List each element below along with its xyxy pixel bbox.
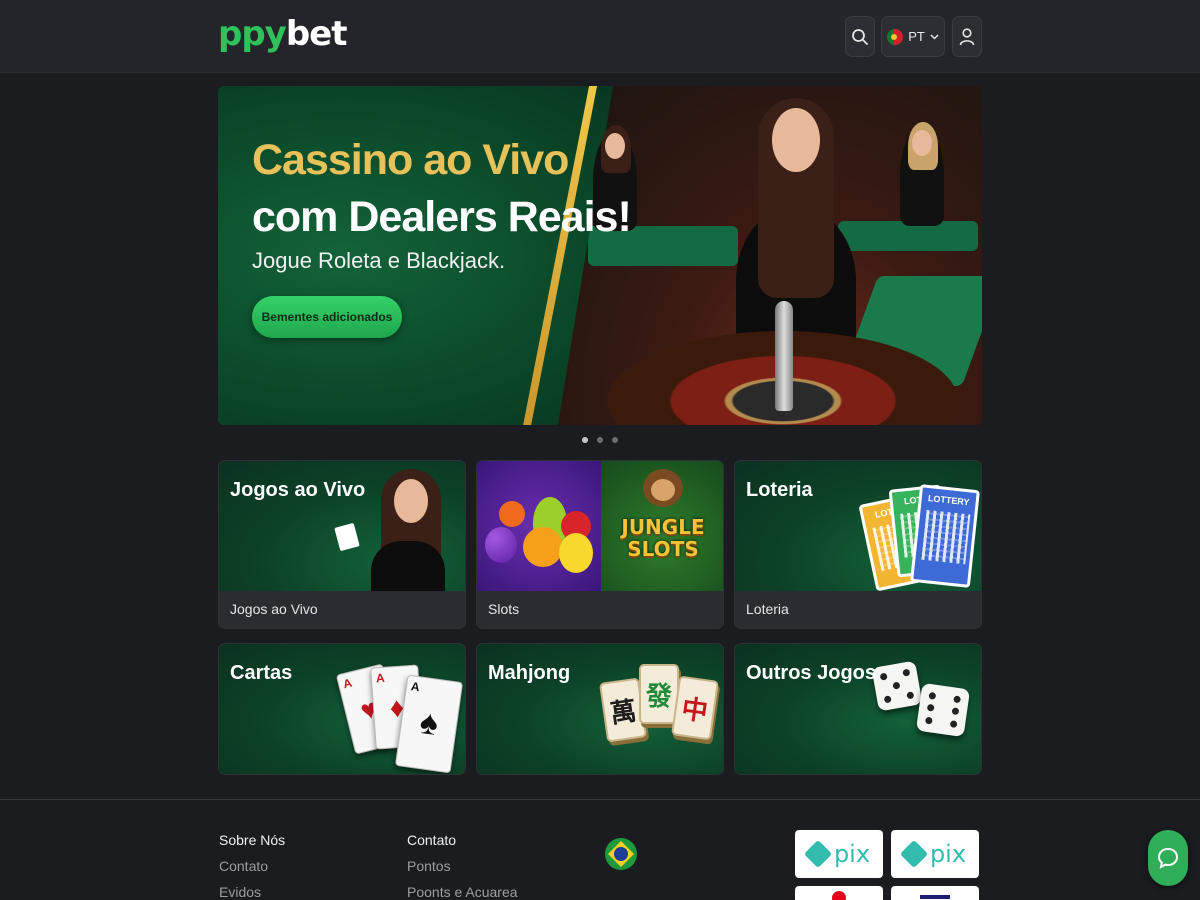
roulette-spindle <box>775 301 793 411</box>
visa-payment-logo <box>891 886 979 900</box>
card-footer-label: Slots <box>477 591 723 628</box>
footer-link[interactable]: Pontos <box>407 858 451 874</box>
orange-icon <box>523 527 563 567</box>
dealer-figure <box>900 122 944 226</box>
carousel-dot-3[interactable] <box>612 437 618 443</box>
card-title: Outros Jogos <box>746 662 877 684</box>
top-header: ppybet PT <box>0 0 1200 73</box>
category-card-other-games[interactable]: Outros Jogos <box>734 643 982 775</box>
carousel-dots <box>582 437 618 443</box>
portugal-flag-icon <box>887 28 904 45</box>
carousel-dot-1[interactable] <box>582 437 588 443</box>
footer-divider <box>0 799 1200 800</box>
footer-link[interactable]: Contato <box>219 858 268 874</box>
jungle-slots-logo-text: JUNGLE SLOTS <box>621 515 705 561</box>
brazil-flag-icon <box>605 838 637 870</box>
chat-bubble-icon <box>1157 847 1179 869</box>
mastercard-payment-logo <box>795 886 883 900</box>
footer-link[interactable]: Evidos <box>219 884 261 900</box>
logo-part-ppy: ppy <box>218 14 287 54</box>
pix-payment-logo: pix <box>795 830 883 878</box>
hero-subtitle: Jogue Roleta e Blackjack. <box>252 248 506 273</box>
search-button[interactable] <box>845 16 875 57</box>
lottery-ticket-icon: LOTTERY <box>910 484 980 588</box>
footer-heading-about: Sobre Nós <box>219 832 286 848</box>
mastercard-icon <box>832 891 846 900</box>
live-chat-button[interactable] <box>1148 830 1188 886</box>
fruit-slots-art <box>477 461 601 591</box>
category-card-lottery[interactable]: LOTT LOTT LOTTERY Loteria Loteria <box>734 460 982 629</box>
footer-heading-contact: Contato <box>407 832 457 848</box>
card-title: Jogos ao Vivo <box>230 479 366 501</box>
category-card-cards[interactable]: A ♥ A ♦ A ♠ Cartas <box>218 643 466 775</box>
hero-cta-button[interactable]: Bementes adicionados <box>252 296 402 338</box>
carousel-dot-2[interactable] <box>597 437 603 443</box>
pix-diamond-icon <box>803 839 833 869</box>
category-card-live-games[interactable]: Jogos ao Vivo Jogos ao Vivo <box>218 460 466 629</box>
card-title: Mahjong <box>488 662 571 684</box>
language-code: PT <box>908 29 925 44</box>
hero-title-line1: Cassino ao Vivo <box>252 136 569 184</box>
category-card-mahjong[interactable]: 萬 發 中 Mahjong <box>476 643 724 775</box>
dice-icon <box>871 660 923 712</box>
card-footer-label: Jogos ao Vivo <box>219 591 465 628</box>
footer-link[interactable]: Poonts e Acuarea <box>407 884 518 900</box>
mahjong-tile-icon: 中 <box>671 675 719 741</box>
lemon-icon <box>559 533 593 573</box>
card-title: Loteria <box>746 479 813 501</box>
card-footer-label: Loteria <box>735 591 981 628</box>
orange-icon <box>499 501 525 527</box>
card-title: Cartas <box>230 662 293 684</box>
user-account-button[interactable] <box>952 16 982 57</box>
category-card-slots[interactable]: JUNGLE SLOTS Slots <box>476 460 724 629</box>
chevron-down-icon <box>930 33 939 40</box>
playing-card-ace-spades-icon: A ♠ <box>394 674 464 774</box>
hero-title-line2: com Dealers Reais! <box>252 193 632 241</box>
language-selector[interactable]: PT <box>881 16 945 57</box>
ppybet-logo[interactable]: ppybet <box>218 14 347 54</box>
logo-part-bet: bet <box>285 14 348 54</box>
hero-banner[interactable]: Cassino ao Vivo com Dealers Reais! Jogue… <box>218 86 982 425</box>
grapes-icon <box>485 527 517 563</box>
dice-icon <box>915 682 971 738</box>
user-icon <box>959 27 975 45</box>
visa-icon <box>920 895 950 899</box>
search-icon <box>852 28 868 45</box>
pix-diamond-icon <box>899 839 929 869</box>
pix-payment-logo: pix <box>891 830 979 878</box>
